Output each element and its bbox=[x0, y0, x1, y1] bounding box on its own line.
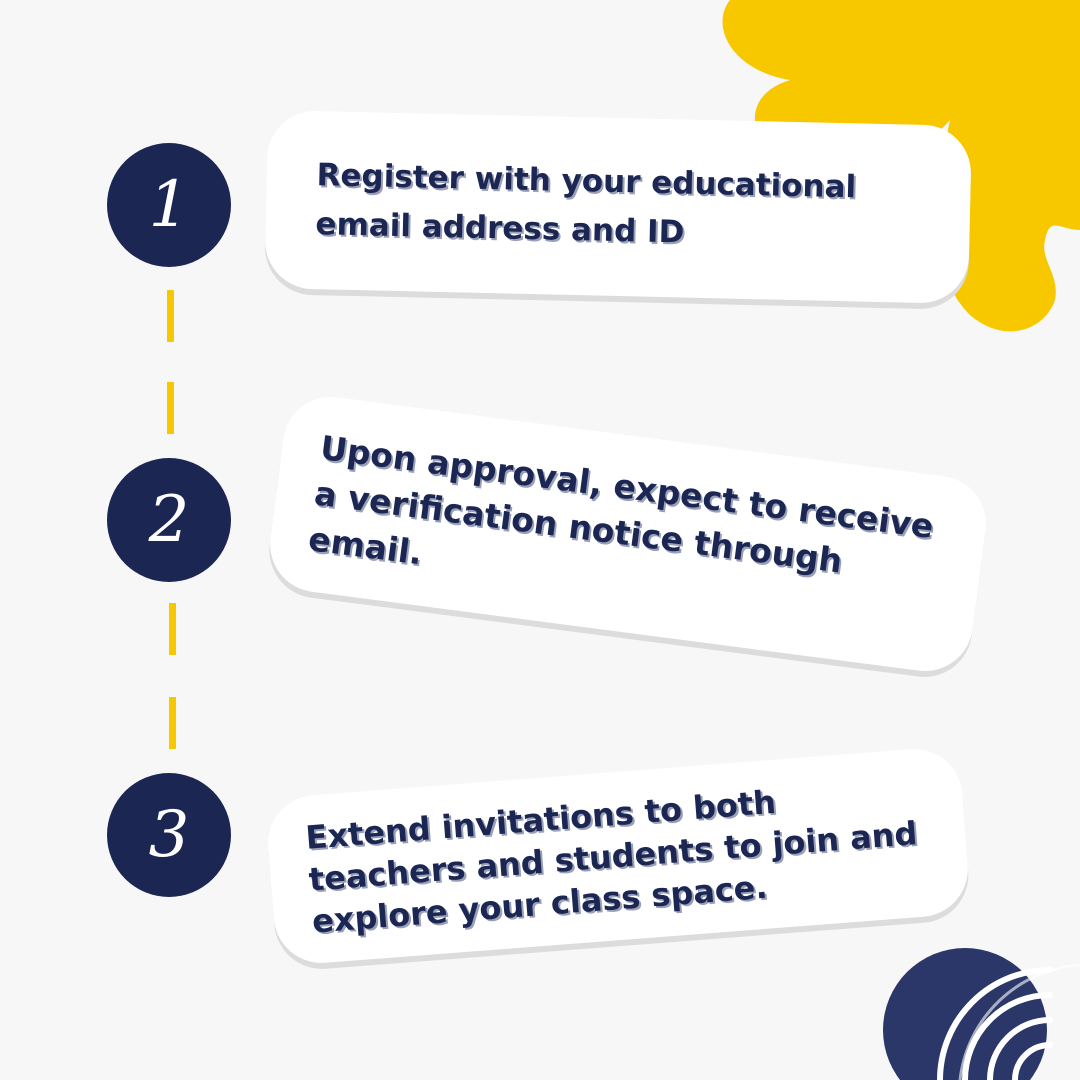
connector-dash bbox=[169, 603, 176, 655]
step-card-2: Upon approval, expect to receive a verif… bbox=[264, 391, 992, 677]
step-text: Upon approval, expect to receive a verif… bbox=[306, 427, 936, 581]
step-text: Extend invitations to both teachers and … bbox=[304, 782, 919, 941]
step-number-1: 1 bbox=[107, 143, 231, 267]
step-number-label: 3 bbox=[148, 798, 190, 872]
connector-dash bbox=[167, 290, 174, 342]
navy-arc-circle-decoration bbox=[883, 948, 1080, 1080]
step-number-label: 1 bbox=[148, 168, 190, 242]
step-text: Register with your educational email add… bbox=[315, 157, 857, 251]
step-card-1: Register with your educational email add… bbox=[264, 110, 972, 304]
connector-dash bbox=[169, 697, 176, 749]
connector-dash bbox=[167, 382, 174, 434]
step-number-2: 2 bbox=[107, 458, 231, 582]
step-card-3: Extend invitations to both teachers and … bbox=[264, 745, 972, 967]
step-number-label: 2 bbox=[148, 483, 190, 557]
step-number-3: 3 bbox=[107, 773, 231, 897]
infographic-canvas: 1 Register with your educational email a… bbox=[0, 0, 1080, 1080]
